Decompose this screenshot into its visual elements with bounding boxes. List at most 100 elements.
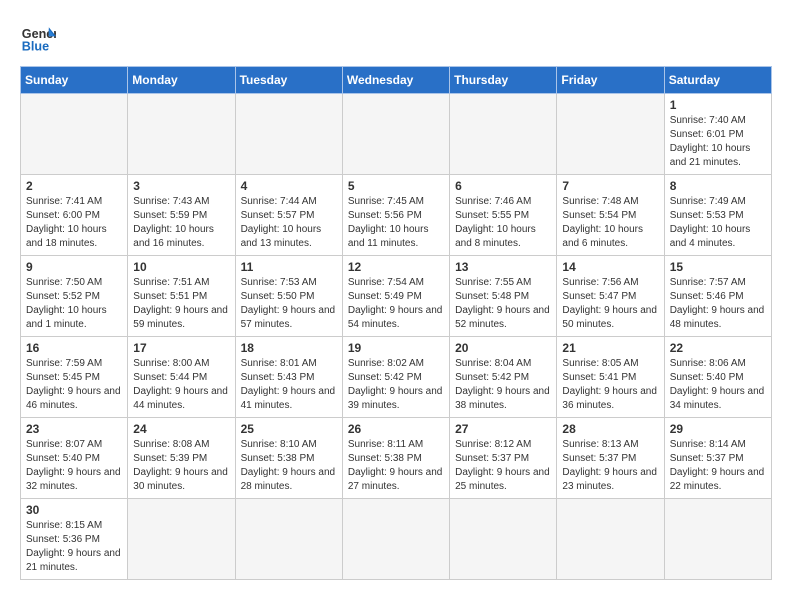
calendar-cell: 12 Sunrise: 7:54 AM Sunset: 5:49 PM Dayli… xyxy=(342,256,449,337)
day-info: Sunrise: 8:04 AM Sunset: 5:42 PM Dayligh… xyxy=(455,357,551,413)
day-number: 4 xyxy=(241,179,337,193)
day-number: 1 xyxy=(670,98,766,112)
day-info: Sunrise: 7:48 AM Sunset: 5:54 PM Dayligh… xyxy=(562,195,658,251)
calendar-cell xyxy=(235,499,342,580)
day-info: Sunrise: 8:15 AM Sunset: 5:36 PM Dayligh… xyxy=(26,519,122,575)
calendar-cell: 17 Sunrise: 8:00 AM Sunset: 5:44 PM Dayli… xyxy=(128,337,235,418)
weekday-header: Tuesday xyxy=(235,67,342,94)
day-number: 30 xyxy=(26,503,122,517)
weekday-header-row: SundayMondayTuesdayWednesdayThursdayFrid… xyxy=(21,67,772,94)
calendar-cell: 2 Sunrise: 7:41 AM Sunset: 6:00 PM Daylig… xyxy=(21,175,128,256)
calendar-cell: 18 Sunrise: 8:01 AM Sunset: 5:43 PM Dayli… xyxy=(235,337,342,418)
page-header: General Blue xyxy=(20,20,772,56)
calendar-week-row: 9 Sunrise: 7:50 AM Sunset: 5:52 PM Daylig… xyxy=(21,256,772,337)
day-number: 5 xyxy=(348,179,444,193)
calendar-cell: 21 Sunrise: 8:05 AM Sunset: 5:41 PM Dayli… xyxy=(557,337,664,418)
calendar-cell: 28 Sunrise: 8:13 AM Sunset: 5:37 PM Dayli… xyxy=(557,418,664,499)
calendar-cell xyxy=(450,499,557,580)
calendar-cell: 25Sunrise: 8:10 AM Sunset: 5:38 PM Dayli… xyxy=(235,418,342,499)
calendar-cell: 5 Sunrise: 7:45 AM Sunset: 5:56 PM Daylig… xyxy=(342,175,449,256)
svg-text:Blue: Blue xyxy=(22,40,49,54)
calendar-cell xyxy=(128,94,235,175)
calendar-table: SundayMondayTuesdayWednesdayThursdayFrid… xyxy=(20,66,772,580)
day-number: 6 xyxy=(455,179,551,193)
day-number: 22 xyxy=(670,341,766,355)
day-info: Sunrise: 8:00 AM Sunset: 5:44 PM Dayligh… xyxy=(133,357,229,413)
day-info: Sunrise: 7:45 AM Sunset: 5:56 PM Dayligh… xyxy=(348,195,444,251)
day-number: 21 xyxy=(562,341,658,355)
day-info: Sunrise: 8:08 AM Sunset: 5:39 PM Dayligh… xyxy=(133,438,229,494)
day-number: 19 xyxy=(348,341,444,355)
calendar-cell: 10 Sunrise: 7:51 AM Sunset: 5:51 PM Dayli… xyxy=(128,256,235,337)
calendar-cell xyxy=(557,94,664,175)
day-number: 24 xyxy=(133,422,229,436)
calendar-cell: 26Sunrise: 8:11 AM Sunset: 5:38 PM Dayli… xyxy=(342,418,449,499)
calendar-cell xyxy=(235,94,342,175)
day-info: Sunrise: 7:41 AM Sunset: 6:00 PM Dayligh… xyxy=(26,195,122,251)
calendar-week-row: 16Sunrise: 7:59 AM Sunset: 5:45 PM Dayli… xyxy=(21,337,772,418)
day-info: Sunrise: 8:12 AM Sunset: 5:37 PM Dayligh… xyxy=(455,438,551,494)
calendar-cell: 9 Sunrise: 7:50 AM Sunset: 5:52 PM Daylig… xyxy=(21,256,128,337)
calendar-cell xyxy=(21,94,128,175)
calendar-cell: 4Sunrise: 7:44 AM Sunset: 5:57 PM Daylig… xyxy=(235,175,342,256)
calendar-cell: 20 Sunrise: 8:04 AM Sunset: 5:42 PM Dayli… xyxy=(450,337,557,418)
day-info: Sunrise: 7:51 AM Sunset: 5:51 PM Dayligh… xyxy=(133,276,229,332)
calendar-cell xyxy=(342,94,449,175)
day-info: Sunrise: 8:06 AM Sunset: 5:40 PM Dayligh… xyxy=(670,357,766,413)
calendar-week-row: 1 Sunrise: 7:40 AM Sunset: 6:01 PM Daylig… xyxy=(21,94,772,175)
day-number: 3 xyxy=(133,179,229,193)
calendar-cell: 1 Sunrise: 7:40 AM Sunset: 6:01 PM Daylig… xyxy=(664,94,771,175)
calendar-cell: 13Sunrise: 7:55 AM Sunset: 5:48 PM Dayli… xyxy=(450,256,557,337)
weekday-header: Thursday xyxy=(450,67,557,94)
calendar-cell: 30 Sunrise: 8:15 AM Sunset: 5:36 PM Dayli… xyxy=(21,499,128,580)
day-number: 26 xyxy=(348,422,444,436)
calendar-cell: 6Sunrise: 7:46 AM Sunset: 5:55 PM Daylig… xyxy=(450,175,557,256)
day-info: Sunrise: 7:40 AM Sunset: 6:01 PM Dayligh… xyxy=(670,114,766,170)
day-number: 17 xyxy=(133,341,229,355)
day-number: 11 xyxy=(241,260,337,274)
logo: General Blue xyxy=(20,20,56,56)
day-number: 14 xyxy=(562,260,658,274)
day-number: 28 xyxy=(562,422,658,436)
day-info: Sunrise: 8:07 AM Sunset: 5:40 PM Dayligh… xyxy=(26,438,122,494)
calendar-cell xyxy=(342,499,449,580)
day-number: 15 xyxy=(670,260,766,274)
calendar-week-row: 2 Sunrise: 7:41 AM Sunset: 6:00 PM Daylig… xyxy=(21,175,772,256)
calendar-cell: 16Sunrise: 7:59 AM Sunset: 5:45 PM Dayli… xyxy=(21,337,128,418)
weekday-header: Wednesday xyxy=(342,67,449,94)
calendar-cell xyxy=(664,499,771,580)
calendar-cell: 8 Sunrise: 7:49 AM Sunset: 5:53 PM Daylig… xyxy=(664,175,771,256)
calendar-cell xyxy=(450,94,557,175)
day-info: Sunrise: 8:14 AM Sunset: 5:37 PM Dayligh… xyxy=(670,438,766,494)
day-number: 10 xyxy=(133,260,229,274)
day-info: Sunrise: 8:02 AM Sunset: 5:42 PM Dayligh… xyxy=(348,357,444,413)
day-number: 25 xyxy=(241,422,337,436)
day-number: 9 xyxy=(26,260,122,274)
day-number: 2 xyxy=(26,179,122,193)
day-info: Sunrise: 7:54 AM Sunset: 5:49 PM Dayligh… xyxy=(348,276,444,332)
day-info: Sunrise: 7:53 AM Sunset: 5:50 PM Dayligh… xyxy=(241,276,337,332)
day-info: Sunrise: 7:57 AM Sunset: 5:46 PM Dayligh… xyxy=(670,276,766,332)
day-number: 7 xyxy=(562,179,658,193)
calendar-cell xyxy=(128,499,235,580)
day-number: 8 xyxy=(670,179,766,193)
calendar-cell: 23Sunrise: 8:07 AM Sunset: 5:40 PM Dayli… xyxy=(21,418,128,499)
calendar-week-row: 23Sunrise: 8:07 AM Sunset: 5:40 PM Dayli… xyxy=(21,418,772,499)
day-info: Sunrise: 8:13 AM Sunset: 5:37 PM Dayligh… xyxy=(562,438,658,494)
day-number: 20 xyxy=(455,341,551,355)
day-number: 27 xyxy=(455,422,551,436)
weekday-header: Monday xyxy=(128,67,235,94)
day-info: Sunrise: 8:05 AM Sunset: 5:41 PM Dayligh… xyxy=(562,357,658,413)
calendar-cell: 15 Sunrise: 7:57 AM Sunset: 5:46 PM Dayli… xyxy=(664,256,771,337)
calendar-week-row: 30 Sunrise: 8:15 AM Sunset: 5:36 PM Dayli… xyxy=(21,499,772,580)
day-info: Sunrise: 8:01 AM Sunset: 5:43 PM Dayligh… xyxy=(241,357,337,413)
calendar-cell: 29Sunrise: 8:14 AM Sunset: 5:37 PM Dayli… xyxy=(664,418,771,499)
day-info: Sunrise: 7:55 AM Sunset: 5:48 PM Dayligh… xyxy=(455,276,551,332)
calendar-cell: 14Sunrise: 7:56 AM Sunset: 5:47 PM Dayli… xyxy=(557,256,664,337)
day-number: 18 xyxy=(241,341,337,355)
day-info: Sunrise: 7:49 AM Sunset: 5:53 PM Dayligh… xyxy=(670,195,766,251)
calendar-cell: 24 Sunrise: 8:08 AM Sunset: 5:39 PM Dayli… xyxy=(128,418,235,499)
day-number: 12 xyxy=(348,260,444,274)
weekday-header: Saturday xyxy=(664,67,771,94)
day-info: Sunrise: 7:50 AM Sunset: 5:52 PM Dayligh… xyxy=(26,276,122,332)
